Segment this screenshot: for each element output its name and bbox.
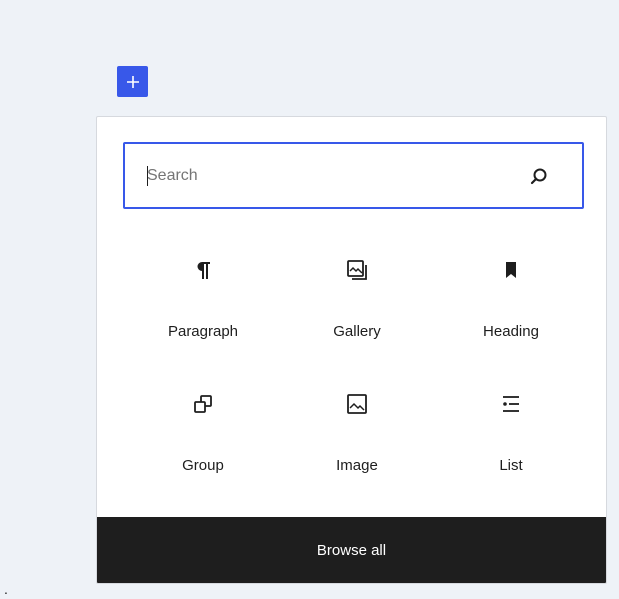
block-image[interactable]: Image — [287, 381, 427, 491]
search-input[interactable] — [147, 158, 507, 194]
text-caret — [147, 166, 148, 186]
search-icon — [530, 168, 547, 185]
plus-icon — [126, 75, 139, 88]
list-icon — [498, 391, 524, 417]
browse-all-button[interactable]: Browse all — [97, 517, 606, 583]
group-icon — [190, 391, 216, 417]
block-label: Paragraph — [167, 323, 239, 340]
block-gallery[interactable]: Gallery — [287, 247, 427, 357]
search-field[interactable] — [123, 142, 584, 209]
block-inserter-toggle-button[interactable] — [117, 66, 148, 97]
block-label: Group — [182, 457, 224, 474]
bookmark-icon — [498, 257, 524, 283]
block-label: Image — [336, 457, 378, 474]
block-label: List — [499, 457, 523, 474]
paragraph-icon — [190, 257, 216, 283]
stray-text: . — [4, 581, 8, 597]
image-icon — [344, 391, 370, 417]
block-group[interactable]: Group — [133, 381, 273, 491]
block-label: Gallery — [333, 323, 381, 340]
block-paragraph[interactable]: Paragraph — [133, 247, 273, 357]
block-heading[interactable]: Heading — [441, 247, 581, 357]
block-label: Heading — [483, 323, 539, 340]
gallery-icon — [344, 257, 370, 283]
block-inserter-panel: Paragraph Gallery Heading — [96, 116, 607, 584]
block-list[interactable]: List — [441, 381, 581, 491]
